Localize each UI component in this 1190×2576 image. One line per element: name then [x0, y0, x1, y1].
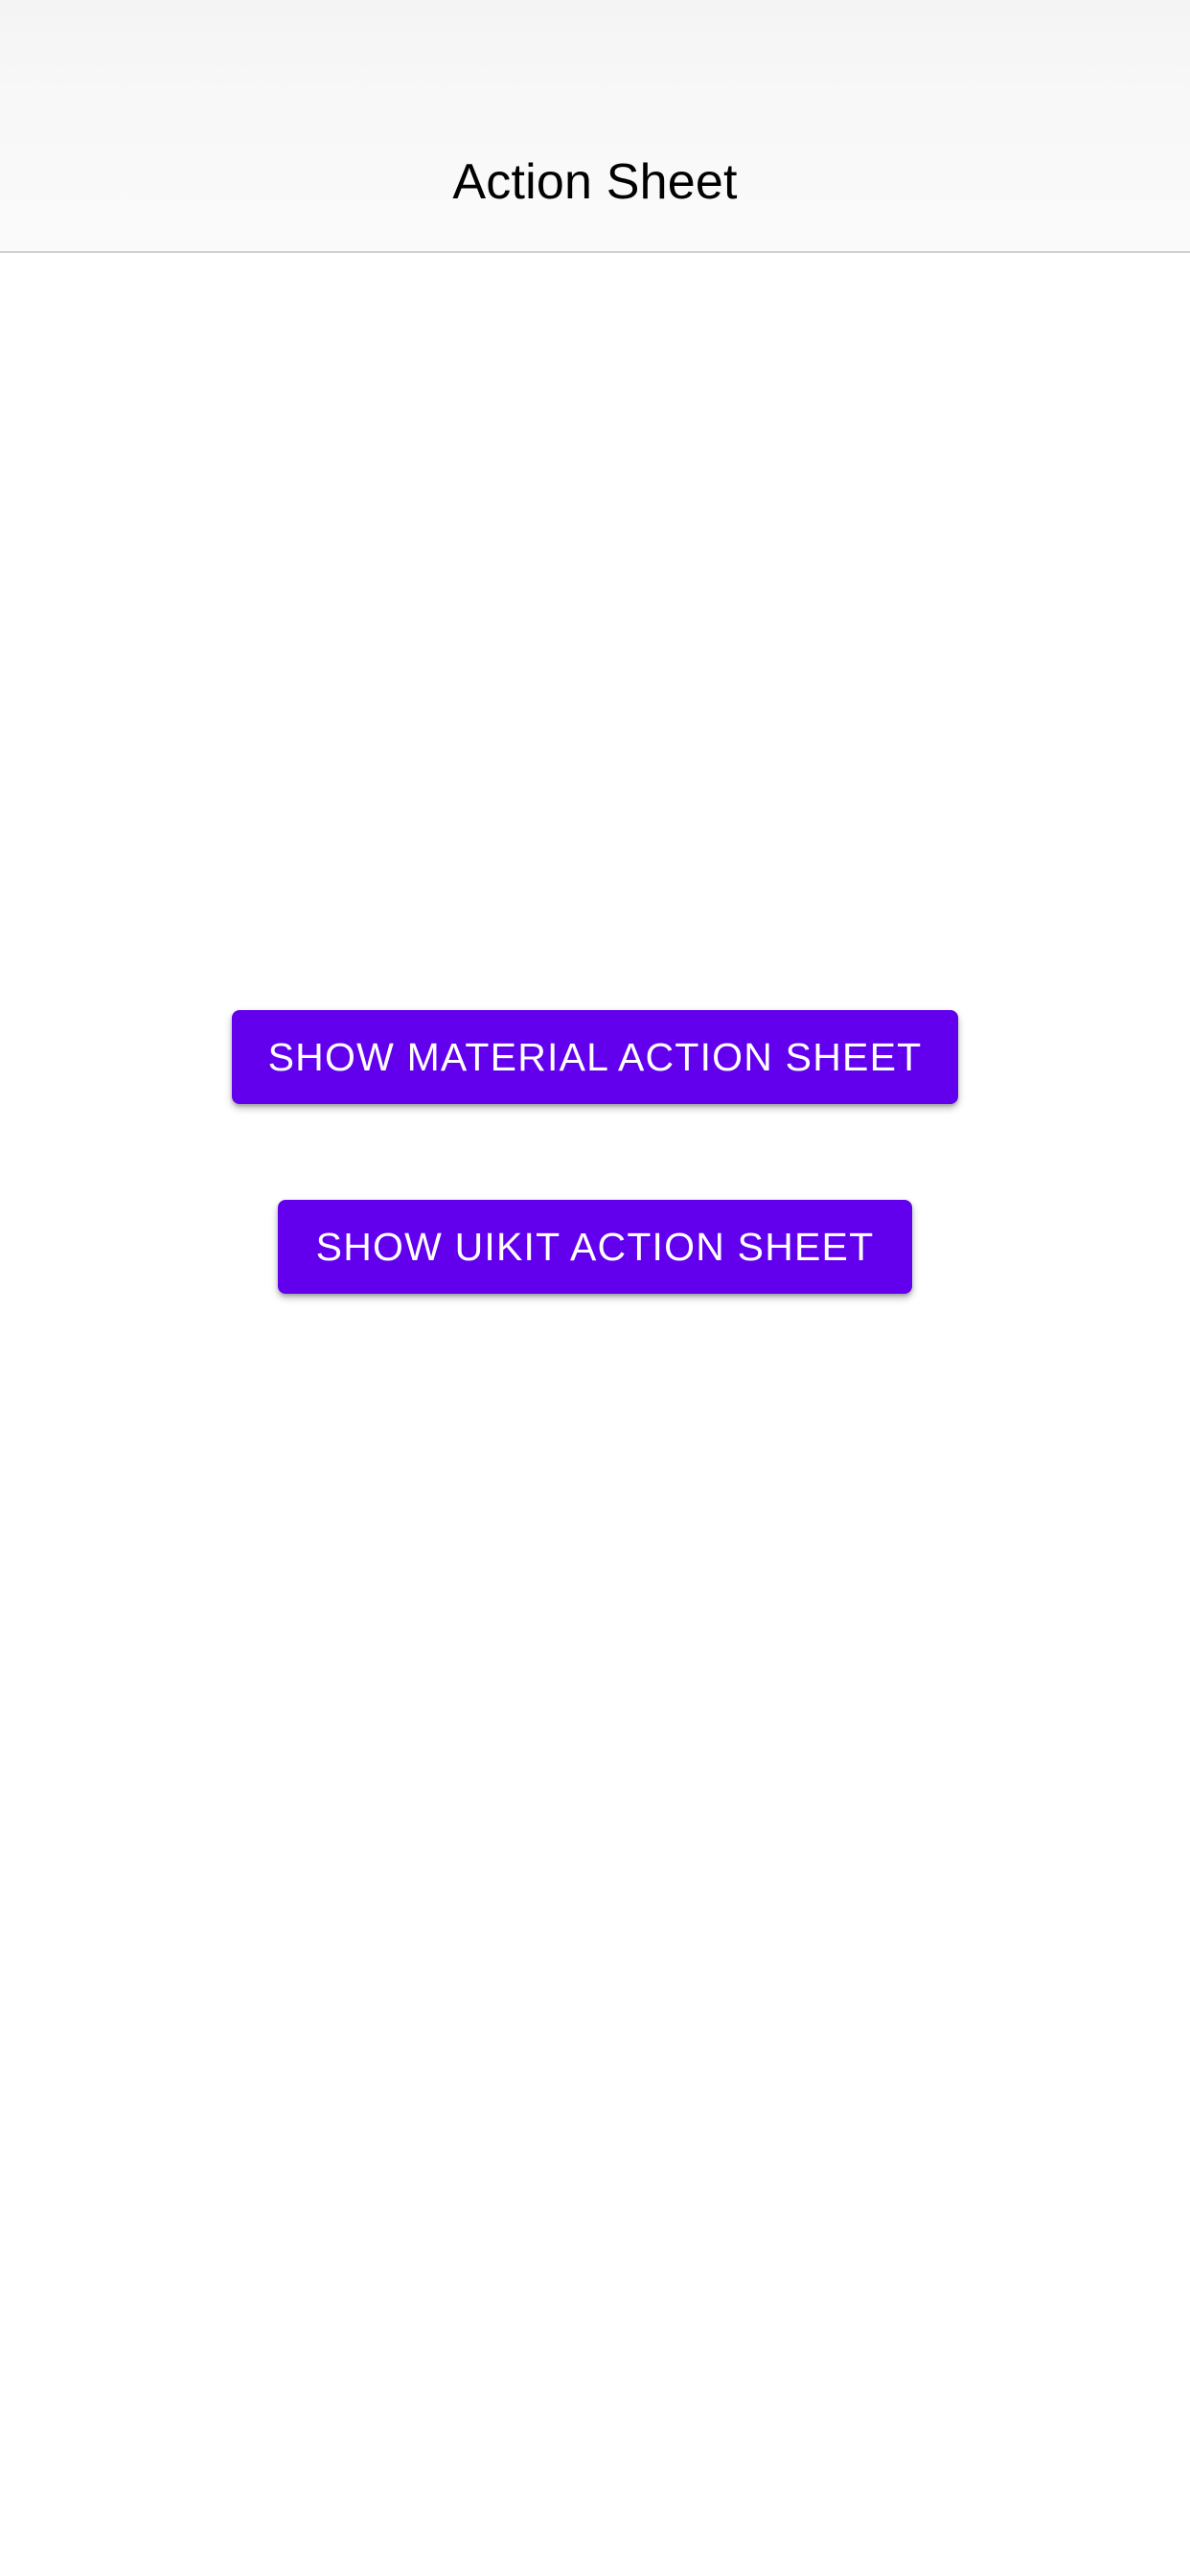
navigation-bar: Action Sheet: [0, 0, 1190, 253]
show-uikit-action-sheet-button[interactable]: SHOW UIKIT ACTION SHEET: [278, 1200, 912, 1294]
page-title: Action Sheet: [452, 154, 738, 210]
main-content: SHOW MATERIAL ACTION SHEET SHOW UIKIT AC…: [0, 253, 1190, 2576]
show-material-action-sheet-button[interactable]: SHOW MATERIAL ACTION SHEET: [232, 1010, 958, 1104]
app-screen: Action Sheet SHOW MATERIAL ACTION SHEET …: [0, 0, 1190, 2576]
